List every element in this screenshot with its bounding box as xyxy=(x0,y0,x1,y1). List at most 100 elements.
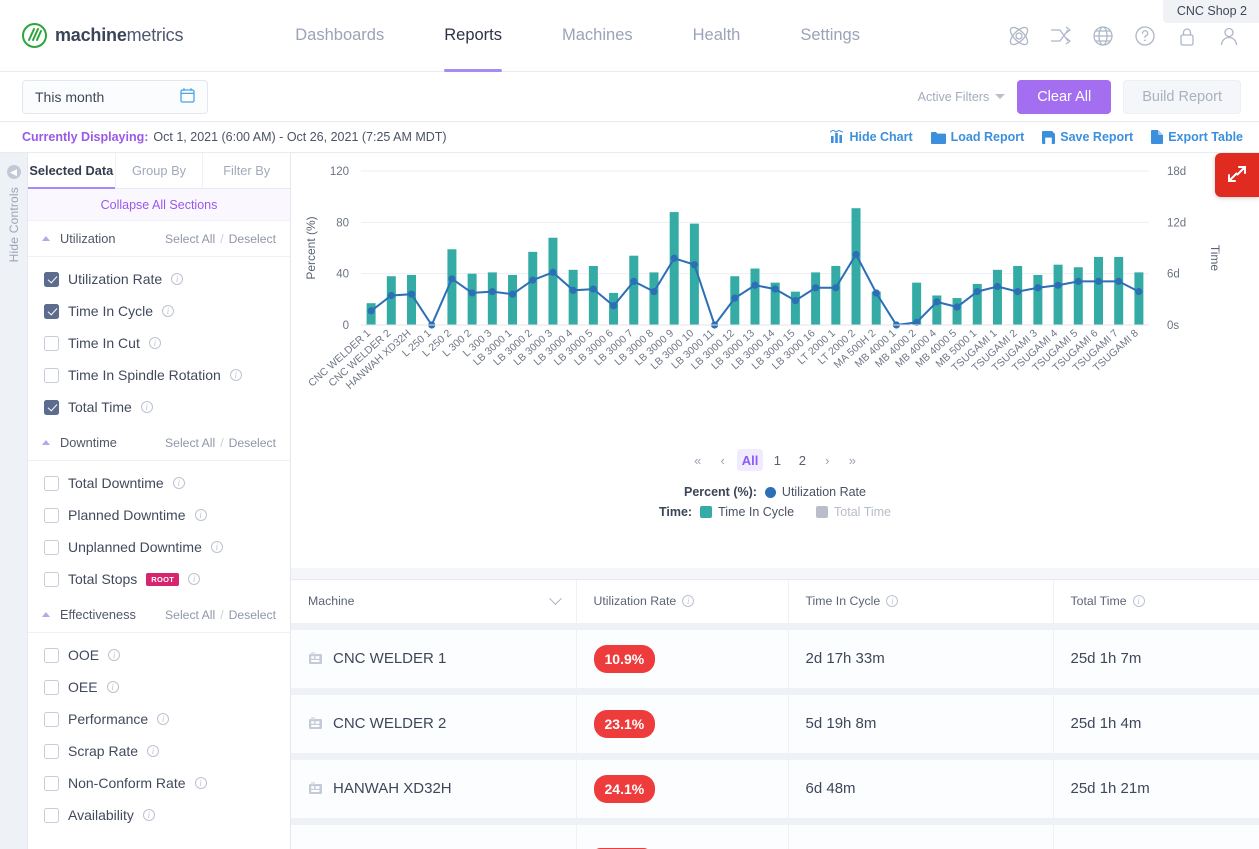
option-total-downtime[interactable]: Total Downtime i xyxy=(28,467,290,499)
export-table-button[interactable]: Export Table xyxy=(1151,130,1243,144)
deselect-link[interactable]: Deselect xyxy=(229,232,276,246)
info-icon[interactable]: i xyxy=(195,777,207,789)
pagination-page-all[interactable]: All xyxy=(737,449,764,471)
option-time-in-spindle-rotation[interactable]: Time In Spindle Rotation i xyxy=(28,359,290,391)
pagination-prev-button[interactable]: ‹ xyxy=(712,449,734,471)
table-row[interactable]: CNC WELDER 1 10.9% 2d 17h 33m 25d 1h 7m xyxy=(291,626,1259,691)
nav-item-reports[interactable]: Reports xyxy=(414,0,532,72)
active-filters-dropdown[interactable]: Active Filters xyxy=(918,90,1006,104)
info-icon[interactable]: i xyxy=(107,681,119,693)
checkbox[interactable] xyxy=(44,572,59,587)
user-icon[interactable] xyxy=(1215,22,1243,50)
pagination-next-button[interactable]: › xyxy=(816,449,838,471)
help-icon[interactable] xyxy=(1131,22,1159,50)
info-icon[interactable]: i xyxy=(143,809,155,821)
info-icon[interactable]: i xyxy=(195,509,207,521)
pagination-page-2[interactable]: 2 xyxy=(791,449,813,471)
shuffle-icon[interactable] xyxy=(1047,22,1075,50)
option-total-time[interactable]: Total Time i xyxy=(28,391,290,423)
nav-item-machines[interactable]: Machines xyxy=(532,0,663,72)
clear-all-button[interactable]: Clear All xyxy=(1017,80,1111,114)
option-oee[interactable]: OEE i xyxy=(28,671,290,703)
legend-item-utilization-rate[interactable]: Utilization Rate xyxy=(765,485,866,499)
collapse-all-sections-link[interactable]: Collapse All Sections xyxy=(28,189,290,221)
info-icon[interactable]: i xyxy=(886,595,898,607)
option-utilization-rate[interactable]: Utilization Rate i xyxy=(28,263,290,295)
option-non-conform-rate[interactable]: Non-Conform Rate i xyxy=(28,767,290,799)
info-icon[interactable]: i xyxy=(682,595,694,607)
hide-chart-button[interactable]: Hide Chart xyxy=(830,130,912,144)
pagination-page-1[interactable]: 1 xyxy=(766,449,788,471)
info-icon[interactable]: i xyxy=(162,305,174,317)
checkbox[interactable] xyxy=(44,808,59,823)
column-header-machine[interactable]: Machine xyxy=(291,580,576,626)
nav-item-dashboards[interactable]: Dashboards xyxy=(265,0,414,72)
info-icon[interactable]: i xyxy=(157,713,169,725)
option-ooe[interactable]: OOE i xyxy=(28,639,290,671)
option-total-stops[interactable]: Total Stops ROOT i xyxy=(28,563,290,595)
checkbox[interactable] xyxy=(44,304,59,319)
checkbox[interactable] xyxy=(44,776,59,791)
chevron-up-icon[interactable] xyxy=(42,236,50,241)
nav-item-settings[interactable]: Settings xyxy=(770,0,890,72)
checkbox[interactable] xyxy=(44,648,59,663)
option-availability[interactable]: Availability i xyxy=(28,799,290,831)
checkbox[interactable] xyxy=(44,744,59,759)
info-icon[interactable]: i xyxy=(188,573,200,585)
utilization-chart[interactable]: 040801200s6d12d18dPercent (%)TimeCNC WEL… xyxy=(291,153,1259,443)
save-report-button[interactable]: Save Report xyxy=(1042,130,1133,144)
deselect-link[interactable]: Deselect xyxy=(229,608,276,622)
checkbox[interactable] xyxy=(44,476,59,491)
table-row[interactable]: CNC WELDER 2 23.1% 5d 19h 8m 25d 1h 4m xyxy=(291,691,1259,756)
checkbox[interactable] xyxy=(44,336,59,351)
atom-icon[interactable] xyxy=(1005,22,1033,50)
pagination-first-button[interactable]: « xyxy=(687,449,709,471)
nav-item-health[interactable]: Health xyxy=(663,0,771,72)
checkbox[interactable] xyxy=(44,680,59,695)
date-range-picker[interactable]: This month xyxy=(22,80,208,114)
info-icon[interactable]: i xyxy=(147,745,159,757)
checkbox[interactable] xyxy=(44,508,59,523)
column-header-time-in-cycle[interactable]: Time In Cycle i xyxy=(788,580,1053,626)
option-time-in-cut[interactable]: Time In Cut i xyxy=(28,327,290,359)
info-icon[interactable]: i xyxy=(211,541,223,553)
option-time-in-cycle[interactable]: Time In Cycle i xyxy=(28,295,290,327)
lock-icon[interactable] xyxy=(1173,22,1201,50)
legend-item-total-time[interactable]: Total Time xyxy=(816,505,891,519)
info-icon[interactable]: i xyxy=(108,649,120,661)
pagination-last-button[interactable]: » xyxy=(841,449,863,471)
info-icon[interactable]: i xyxy=(171,273,183,285)
hide-controls-rail[interactable]: ◀ Hide Controls xyxy=(0,153,28,849)
select-all-link[interactable]: Select All xyxy=(165,436,215,450)
section-header-effectiveness[interactable]: Effectiveness Select All / Deselect xyxy=(28,597,290,633)
info-icon[interactable]: i xyxy=(1133,595,1145,607)
tab-filter-by[interactable]: Filter By xyxy=(203,153,290,188)
expand-chart-fab[interactable] xyxy=(1215,153,1259,197)
checkbox[interactable] xyxy=(44,540,59,555)
info-icon[interactable]: i xyxy=(230,369,242,381)
table-row[interactable] xyxy=(291,821,1259,849)
shop-selector-tag[interactable]: CNC Shop 2 xyxy=(1163,0,1259,23)
option-scrap-rate[interactable]: Scrap Rate i xyxy=(28,735,290,767)
column-header-total-time[interactable]: Total Time i xyxy=(1053,580,1259,626)
chevron-up-icon[interactable] xyxy=(42,612,50,617)
option-unplanned-downtime[interactable]: Unplanned Downtime i xyxy=(28,531,290,563)
chevron-up-icon[interactable] xyxy=(42,440,50,445)
checkbox[interactable] xyxy=(44,712,59,727)
checkbox[interactable] xyxy=(44,272,59,287)
column-header-utilization-rate[interactable]: Utilization Rate i xyxy=(576,580,788,626)
legend-item-time-in-cycle[interactable]: Time In Cycle xyxy=(700,505,794,519)
checkbox[interactable] xyxy=(44,368,59,383)
option-performance[interactable]: Performance i xyxy=(28,703,290,735)
tab-group-by[interactable]: Group By xyxy=(116,153,204,188)
checkbox[interactable] xyxy=(44,400,59,415)
section-header-downtime[interactable]: Downtime Select All / Deselect xyxy=(28,425,290,461)
section-header-utilization[interactable]: Utilization Select All / Deselect xyxy=(28,221,290,257)
globe-icon[interactable] xyxy=(1089,22,1117,50)
deselect-link[interactable]: Deselect xyxy=(229,436,276,450)
chevron-left-circle-icon[interactable]: ◀ xyxy=(7,165,21,179)
select-all-link[interactable]: Select All xyxy=(165,608,215,622)
load-report-button[interactable]: Load Report xyxy=(931,130,1025,144)
option-planned-downtime[interactable]: Planned Downtime i xyxy=(28,499,290,531)
table-row[interactable]: HANWAH XD32H 24.1% 6d 48m 25d 1h 21m xyxy=(291,756,1259,821)
